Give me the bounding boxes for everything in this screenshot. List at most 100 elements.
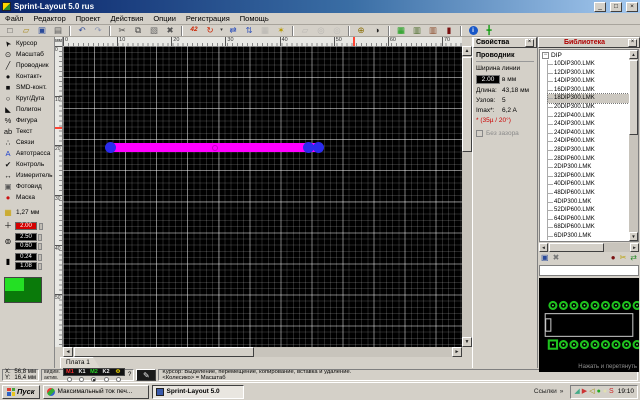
toolbar-separator[interactable] (109, 26, 111, 36)
grid-selector[interactable]: ▦ 1,27 мм (0, 206, 54, 219)
macro-name-field[interactable] (539, 265, 639, 276)
layer-active-radio[interactable] (104, 377, 109, 382)
layer-active-radio[interactable] (91, 377, 96, 382)
spinner-button[interactable] (38, 243, 42, 250)
track-midpoint-node[interactable] (212, 145, 218, 151)
layer-active-radio[interactable] (79, 377, 84, 382)
library-item[interactable]: 20DIP300.LMK (548, 103, 629, 112)
spinner-button[interactable] (38, 234, 42, 241)
scroll-left-button[interactable]: ◄ (63, 347, 73, 357)
save-icon[interactable]: ▣ (34, 25, 50, 37)
track-node[interactable] (105, 142, 116, 153)
cut-icon[interactable]: ✂ (114, 25, 130, 37)
width-input[interactable]: 2.00 (476, 75, 500, 84)
track-node[interactable] (313, 142, 324, 153)
s-tray-icon[interactable]: S (609, 388, 614, 395)
board-view-icon[interactable]: ▦ (393, 25, 409, 37)
layer-m2[interactable]: М2 (88, 369, 100, 375)
layer-f[interactable]: Ф (112, 369, 124, 375)
zoom-icon[interactable]: ⊕ (353, 25, 369, 37)
macro-export-icon[interactable]: ▱ (297, 25, 313, 37)
status-tray-icon[interactable]: ● (597, 388, 601, 395)
library-item[interactable]: 10DIP300.LMK (548, 60, 629, 69)
toolbar-separator[interactable] (69, 26, 71, 36)
tool-track[interactable]: ╱ Проводник (0, 60, 54, 71)
layer-k1[interactable]: K1 (76, 369, 88, 375)
checkbox-icon[interactable] (476, 130, 483, 137)
spinner-button[interactable] (39, 223, 43, 230)
toolbar-separator[interactable] (460, 26, 462, 36)
tool-text[interactable]: ab Текст (0, 126, 54, 137)
scroll-left-button[interactable]: ◄ (539, 243, 548, 252)
smd-height-value[interactable]: 1.08 (15, 262, 37, 270)
tool-autoroute[interactable]: A Автотрасса (0, 148, 54, 159)
scroll-right-button[interactable]: ► (630, 243, 639, 252)
tool-check[interactable]: ✔ Контроль (0, 159, 54, 170)
tool-connections[interactable]: ∴ Связи (0, 137, 54, 148)
rotate-icon[interactable]: ↻ (202, 25, 218, 37)
flip-vertical-icon[interactable]: ⇅ (241, 25, 257, 37)
library-item[interactable]: 24DIP600.LMK (548, 137, 629, 146)
library-refresh-icon[interactable]: ⇄ (630, 254, 637, 262)
library-item[interactable]: 64DIP600.LMK (548, 215, 629, 224)
library-item[interactable]: 22DIP400.LMK (548, 112, 629, 121)
menu-help[interactable]: Помощь (235, 14, 274, 23)
track-width-selector[interactable]: ＋ 2.00 (0, 222, 54, 230)
library-scrollbar[interactable]: ▲ ▼ (629, 50, 638, 241)
links-toolbar[interactable]: Ссылки» (530, 388, 568, 395)
undo-icon[interactable]: ↶ (74, 25, 90, 37)
restore-button[interactable]: □ (610, 2, 622, 12)
redo-icon[interactable]: ↷ (90, 25, 106, 37)
align-grid-icon[interactable]: ▦ (257, 25, 273, 37)
arrow-tray-icon[interactable]: ▶ (582, 388, 587, 395)
scroll-down-button[interactable]: ▼ (629, 232, 638, 241)
library-item[interactable]: 28DIP300.LMK (548, 146, 629, 155)
library-edit-icon[interactable]: ✂ (620, 254, 627, 262)
close-icon[interactable]: × (628, 39, 637, 47)
new-icon[interactable]: □ (2, 25, 18, 37)
library-root-node[interactable]: − DIP (542, 51, 629, 60)
tool-zoom[interactable]: ⊙ Масштаб (0, 49, 54, 60)
library-record-icon[interactable]: ● (611, 254, 616, 262)
menu-file[interactable]: Файл (0, 14, 28, 23)
horizontal-scrollbar[interactable]: ◄ ► (63, 347, 462, 357)
scrollbar-thumb[interactable] (74, 347, 254, 357)
delete-icon[interactable]: ✖ (162, 25, 178, 37)
collapse-icon[interactable]: − (542, 52, 549, 59)
board-tab[interactable]: Плата 1 (60, 357, 100, 368)
scrollbar-thumb[interactable] (549, 243, 604, 252)
library-item[interactable]: 16DIP300.LMK (548, 86, 629, 95)
pan-icon[interactable]: ╋ (481, 25, 497, 37)
contrast-icon[interactable]: ◑ (369, 25, 385, 37)
spinner-button[interactable] (38, 263, 42, 270)
connect-icon[interactable]: ◎ (313, 25, 329, 37)
menu-editor[interactable]: Редактор (28, 14, 70, 23)
tool-photo[interactable]: ▣ Фотовид (0, 181, 54, 192)
spinner-button[interactable] (38, 254, 42, 261)
footprint-wizard-icon[interactable]: ✶ (273, 25, 289, 37)
library-save-icon[interactable]: ▣ (541, 254, 549, 262)
component-bottom-icon[interactable]: ▥ (425, 25, 441, 37)
pad-outer-value[interactable]: 2.50 (15, 233, 37, 241)
toolbar-separator[interactable] (292, 26, 294, 36)
library-item[interactable]: 2DIP300.LMK (548, 163, 629, 172)
tool-smd[interactable]: ■ SMD-конт. (0, 82, 54, 93)
smd-width-value[interactable]: 0.24 (15, 253, 37, 261)
task-browser[interactable]: Максимальный ток печ... (43, 385, 149, 399)
component-top-icon[interactable]: ▥ (409, 25, 425, 37)
component-dark-icon[interactable]: ▮ (441, 25, 457, 37)
scroll-up-button[interactable]: ▲ (462, 46, 472, 56)
scroll-right-button[interactable]: ► (452, 347, 462, 357)
library-item[interactable]: 4DIP300.LMK (548, 198, 629, 207)
pad-drill-value[interactable]: 0.60 (15, 242, 37, 250)
tool-circle[interactable]: ○ Круг/Дуга (0, 93, 54, 104)
pad-size-selector[interactable]: ⊚ 2.50 0.60 (0, 233, 54, 250)
layer-active-radio[interactable] (67, 377, 72, 382)
minimize-button[interactable]: _ (594, 2, 606, 12)
open-icon[interactable]: ▱ (18, 25, 34, 37)
library-item[interactable]: 48DIP600.LMK (548, 189, 629, 198)
vertical-scrollbar[interactable]: ▲ ▼ (462, 46, 472, 347)
layer-m1[interactable]: М1 (64, 369, 76, 375)
tool-mask[interactable]: ● Маска (0, 192, 54, 203)
flip-horizontal-icon[interactable]: ⇄ (225, 25, 241, 37)
